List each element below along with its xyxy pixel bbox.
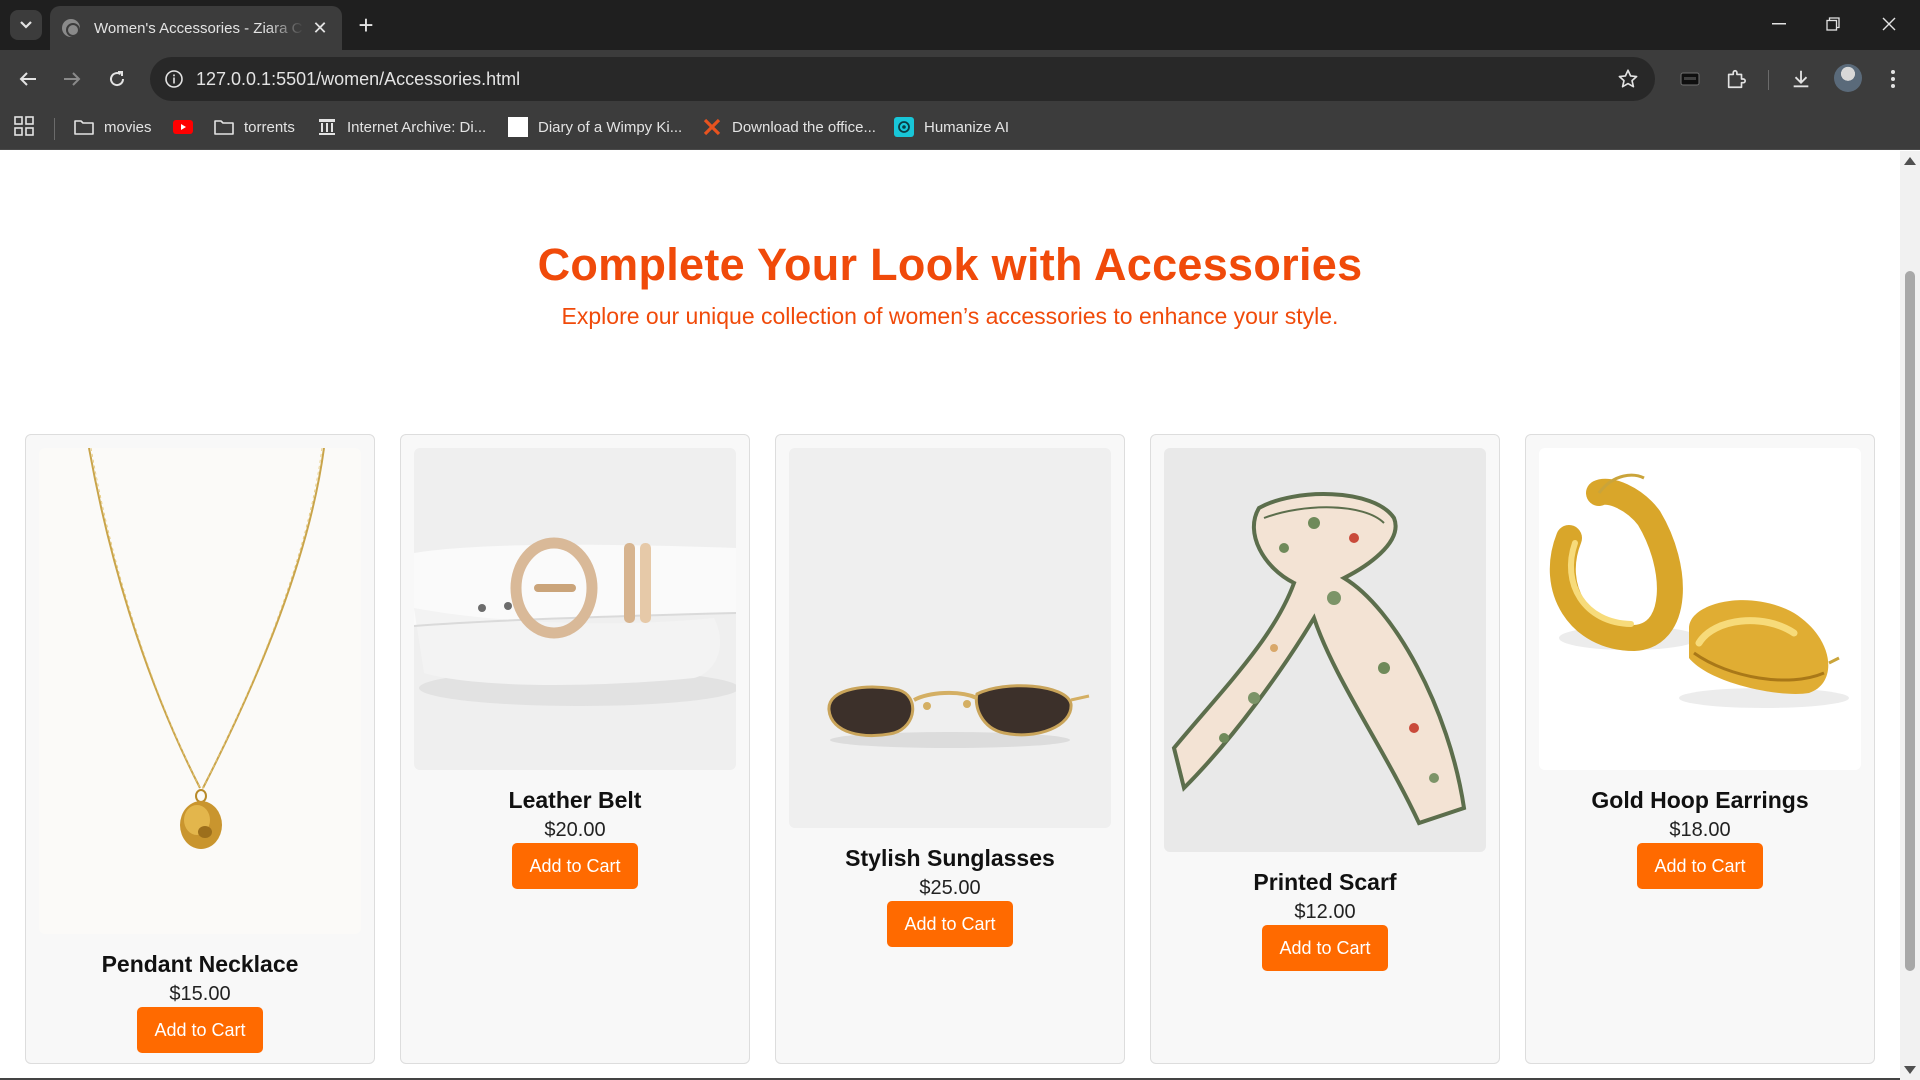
belt-image[interactable] <box>414 448 736 770</box>
active-tab[interactable]: Women's Accessories - Ziara Clothing ✕ <box>50 6 342 50</box>
back-arrow-icon <box>19 72 36 86</box>
add-to-cart-button[interactable]: Add to Cart <box>887 901 1013 947</box>
tab-close-icon[interactable]: ✕ <box>310 18 330 39</box>
extensions-icon[interactable] <box>1720 63 1752 95</box>
bookmark-diary[interactable]: Diary of a Wimpy Ki... <box>508 114 682 140</box>
forward-arrow-icon <box>64 72 81 86</box>
page-subtitle: Explore our unique collection of women’s… <box>561 303 1339 329</box>
bookmark-label: Internet Archive: Di... <box>347 118 487 136</box>
restore-icon <box>1826 17 1840 31</box>
scroll-up-arrow-icon[interactable] <box>1904 157 1916 165</box>
earrings-image[interactable] <box>1539 448 1861 770</box>
product-name: Leather Belt <box>508 787 642 813</box>
add-to-cart-button[interactable]: Add to Cart <box>1262 925 1388 971</box>
product-card: Leather Belt $20.00 Add to Cart <box>400 434 750 1064</box>
folder-icon <box>74 118 94 136</box>
profile-avatar[interactable] <box>1834 64 1862 92</box>
product-price: $15.00 <box>169 983 231 1005</box>
product-name: Printed Scarf <box>1253 869 1397 895</box>
product-name: Gold Hoop Earrings <box>1591 787 1809 813</box>
folder-icon <box>214 118 234 136</box>
hero-section: Complete Your Look with Accessories Expl… <box>0 239 1900 330</box>
reload-button[interactable] <box>101 63 133 95</box>
reload-icon <box>110 71 125 87</box>
window-close-button[interactable] <box>1866 8 1912 40</box>
browser-toolbar: 127.0.0.1:5501/women/Accessories.html <box>0 50 1920 108</box>
add-to-cart-button[interactable]: Add to Cart <box>512 843 638 889</box>
product-card: Printed Scarf $12.00 Add to Cart <box>1150 434 1500 1064</box>
product-price: $20.00 <box>544 819 606 841</box>
product-name: Pendant Necklace <box>101 951 299 977</box>
tab-search-button[interactable] <box>10 10 42 40</box>
scroll-thumb[interactable] <box>1905 271 1915 971</box>
scarf-image[interactable] <box>1164 448 1486 852</box>
new-tab-button[interactable]: + <box>352 12 380 40</box>
back-button[interactable] <box>12 63 44 95</box>
youtube-icon <box>173 118 193 136</box>
bookmark-label: Humanize AI <box>924 118 1010 136</box>
scroll-down-arrow-icon[interactable] <box>1904 1066 1916 1074</box>
bookmark-star-icon[interactable] <box>1615 66 1641 92</box>
product-price: $25.00 <box>919 877 981 899</box>
bookmarks-separator <box>54 118 55 140</box>
bookmark-label: Diary of a Wimpy Ki... <box>538 118 683 136</box>
minimize-icon <box>1772 23 1786 25</box>
downloads-icon[interactable] <box>1785 63 1817 95</box>
address-bar[interactable]: 127.0.0.1:5501/women/Accessories.html <box>150 57 1655 101</box>
more-menu-icon[interactable] <box>1877 63 1909 95</box>
site-info-icon[interactable] <box>162 67 186 91</box>
product-card: Pendant Necklace $15.00 Add to Cart <box>25 434 375 1064</box>
necklace-image[interactable] <box>39 448 361 934</box>
page-viewport: Complete Your Look with Accessories Expl… <box>0 151 1900 1080</box>
bookmark-label: movies <box>104 118 152 136</box>
add-to-cart-button[interactable]: Add to Cart <box>137 1007 263 1053</box>
bookmark-youtube[interactable] <box>173 114 203 140</box>
sunglasses-image[interactable] <box>789 448 1111 828</box>
apps-grid-icon[interactable] <box>14 116 34 136</box>
product-name: Stylish Sunglasses <box>845 845 1055 871</box>
x-logo-icon <box>702 118 722 136</box>
bookmark-torrents[interactable]: torrents <box>214 114 295 140</box>
product-card: Gold Hoop Earrings $18.00 Add to Cart <box>1525 434 1875 1064</box>
page-scrollbar[interactable] <box>1900 151 1920 1080</box>
archive-icon <box>317 118 337 136</box>
close-icon <box>1882 17 1896 31</box>
url-text[interactable]: 127.0.0.1:5501/women/Accessories.html <box>196 69 520 90</box>
chevron-down-icon <box>20 21 32 29</box>
add-to-cart-button[interactable]: Add to Cart <box>1637 843 1763 889</box>
bookmark-humanize-ai[interactable]: Humanize AI <box>894 114 1009 140</box>
product-card: Stylish Sunglasses $25.00 Add to Cart <box>775 434 1125 1064</box>
media-icon[interactable] <box>1674 63 1706 95</box>
restore-button[interactable] <box>1810 8 1856 40</box>
tab-title: Women's Accessories - Ziara Clothing <box>94 19 304 37</box>
minimize-button[interactable] <box>1756 8 1802 40</box>
bookmark-movies[interactable]: movies <box>74 114 152 140</box>
bookmark-label: torrents <box>244 118 295 136</box>
bookmark-internet-archive[interactable]: Internet Archive: Di... <box>317 114 486 140</box>
product-price: $12.00 <box>1294 901 1356 923</box>
toolbar-separator <box>1768 70 1769 90</box>
blank-page-icon <box>508 117 528 137</box>
bookmark-download-office[interactable]: Download the office... <box>702 114 876 140</box>
globe-icon <box>62 19 80 37</box>
forward-button[interactable] <box>56 63 88 95</box>
tab-strip: Women's Accessories - Ziara Clothing ✕ + <box>0 0 1920 50</box>
product-price: $18.00 <box>1669 819 1731 841</box>
page-title: Complete Your Look with Accessories <box>537 239 1363 290</box>
humanize-icon <box>894 117 914 137</box>
bookmark-label: Download the office... <box>732 118 876 136</box>
